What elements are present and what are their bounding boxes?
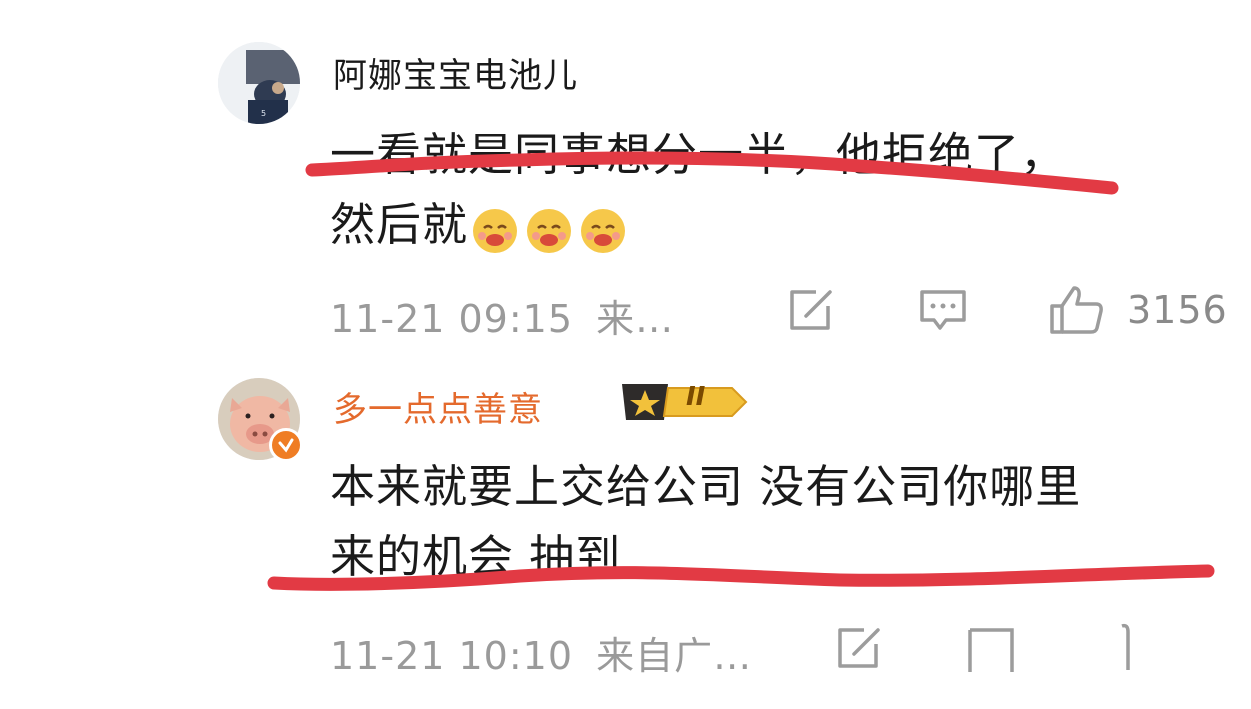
source: 来… — [596, 297, 675, 341]
thumbs-up-icon — [1121, 623, 1130, 670]
reply-button[interactable] — [966, 626, 1016, 676]
yum-face-emoji — [581, 208, 626, 253]
comment-icon — [920, 290, 966, 330]
thumbs-up-icon — [1050, 286, 1103, 334]
repost-button[interactable] — [786, 288, 836, 338]
verified-badge-icon — [269, 428, 303, 462]
timestamp: 11-21 10:10 — [330, 634, 574, 678]
svg-text:5: 5 — [261, 109, 266, 118]
yum-face-emoji — [527, 208, 572, 253]
username[interactable]: 阿娜宝宝电池儿 — [333, 48, 578, 97]
comment-item: 多一点点善意 II 本来就要上交给公司 没有公司你哪里 来的机会 抽到 11-2… — [0, 360, 1251, 709]
yum-face-emoji — [473, 208, 518, 253]
share-edit-icon — [838, 628, 880, 668]
comment-text-line-2: 来的机会 抽到 — [330, 530, 622, 583]
comment-text: 然后就 — [330, 198, 469, 251]
timestamp: 11-21 09:15 — [330, 297, 574, 341]
comment-text-line: 本来就要上交给公司 没有公司你哪里 — [330, 460, 1082, 513]
avatar[interactable]: 5 — [218, 42, 300, 124]
username[interactable]: 多一点点善意 — [333, 382, 543, 431]
reply-button[interactable] — [918, 288, 968, 338]
comment-meta: 11-21 10:10 来自广… — [330, 625, 752, 680]
source: 来自广… — [596, 634, 753, 678]
like-button[interactable] — [1048, 284, 1106, 340]
comment-meta: 11-21 09:15 来… — [330, 288, 674, 343]
like-count: 3156 — [1127, 288, 1228, 332]
comment-text-line-2: 然后就 — [330, 188, 632, 256]
level-label: II — [686, 382, 706, 412]
comment-text-line: 一看就是同事想分一半，他拒绝了， — [330, 128, 1067, 181]
comment-icon — [968, 628, 1014, 672]
comment-item: 5 阿娜宝宝电池儿 一看就是同事想分一半，他拒绝了， 然后就 11-21 09:… — [0, 0, 1251, 360]
emoji-group — [470, 201, 632, 256]
repost-button[interactable] — [834, 626, 884, 676]
vip-level-badge: II — [620, 378, 750, 428]
share-edit-icon — [790, 290, 832, 330]
like-button[interactable] — [1110, 622, 1140, 676]
